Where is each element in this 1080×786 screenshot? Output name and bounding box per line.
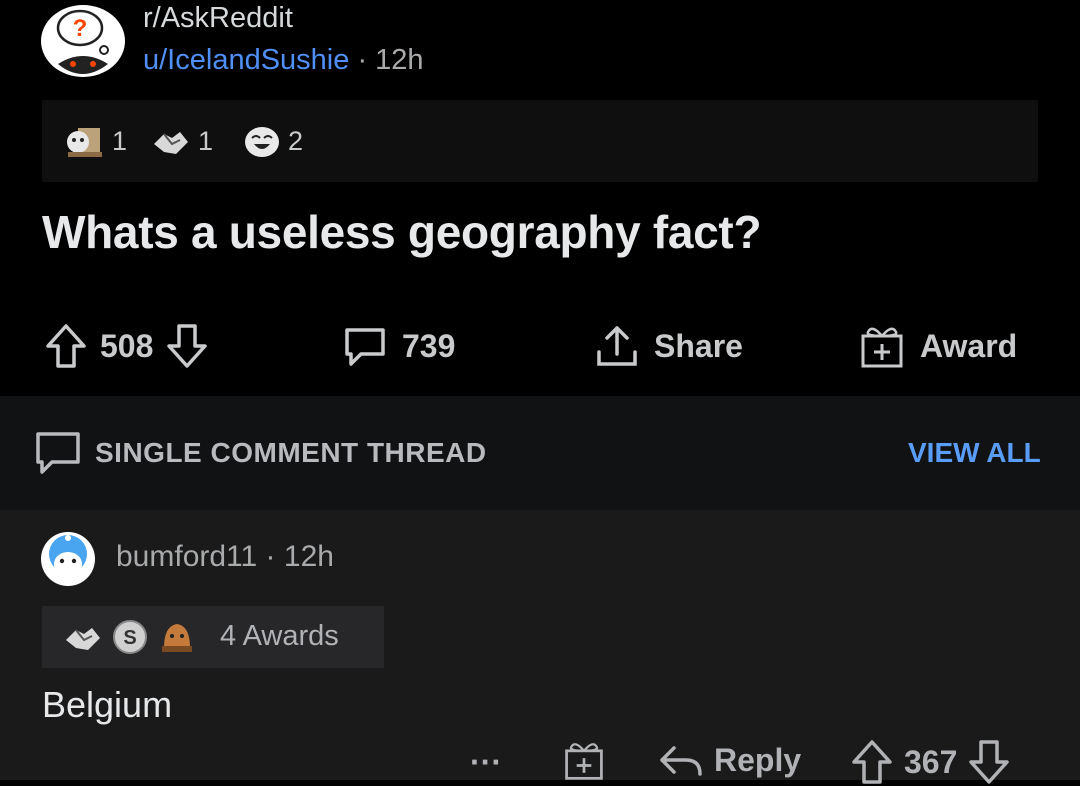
- award-label: Award: [920, 327, 1018, 364]
- comment-time: 12h: [283, 540, 334, 573]
- thread-label: SINGLE COMMENT THREAD: [95, 437, 487, 468]
- award-item[interactable]: 1: [150, 122, 213, 160]
- award-item[interactable]: 2: [240, 122, 303, 160]
- post-vote-group: 508: [44, 322, 209, 370]
- comment-author[interactable]: bumford11: [116, 540, 257, 573]
- post-meta: u/IcelandSushie · 12h: [143, 44, 424, 77]
- silver-award-icon: S: [113, 620, 147, 654]
- reply-arrow-icon: [660, 746, 702, 776]
- post-vote-count: 508: [100, 327, 154, 364]
- post-awards-strip[interactable]: 1 1 2: [42, 100, 1038, 182]
- post-author[interactable]: u/IcelandSushie: [143, 44, 349, 76]
- reply-label: Reply: [714, 741, 802, 778]
- meta-separator: ·: [265, 540, 276, 573]
- comment-body: Belgium: [42, 684, 173, 725]
- more-options-icon: ···: [470, 744, 502, 780]
- award-item[interactable]: 1: [64, 122, 127, 160]
- share-button[interactable]: Share: [592, 322, 743, 370]
- downvote-arrow-icon[interactable]: [967, 738, 1011, 786]
- wholesome-seal-award-icon: [67, 128, 102, 157]
- upvote-arrow-icon[interactable]: [44, 322, 88, 370]
- post-time: 12h: [375, 44, 424, 76]
- comment-award-button[interactable]: [562, 738, 606, 782]
- upvote-arrow-icon[interactable]: [850, 738, 894, 786]
- comment-vote-group: 367: [850, 738, 1011, 786]
- post-title[interactable]: Whats a useless geography fact?: [42, 205, 762, 259]
- subreddit-name[interactable]: r/AskReddit: [143, 2, 293, 35]
- laughing-award-icon: [245, 127, 279, 157]
- reply-button[interactable]: Reply: [656, 738, 801, 782]
- share-icon: [597, 326, 637, 366]
- comments-button[interactable]: 739: [340, 322, 455, 370]
- meta-separator: ·: [357, 44, 368, 76]
- user-avatar-icon[interactable]: [40, 530, 96, 588]
- gift-award-icon: [861, 327, 903, 368]
- award-count: 2: [288, 125, 304, 156]
- more-options-button[interactable]: ···: [470, 744, 502, 781]
- downvote-arrow-icon[interactable]: [165, 322, 209, 370]
- helpful-handshake-award-icon: [66, 628, 100, 650]
- gold-award-icon: [162, 624, 192, 652]
- award-button[interactable]: Award: [856, 322, 1017, 370]
- view-all-link[interactable]: VIEW ALL: [908, 437, 1041, 469]
- svg-text:S: S: [123, 627, 136, 649]
- award-count: 1: [198, 125, 214, 156]
- comment-bubble-icon: [345, 328, 385, 366]
- comment-bubble-icon: [36, 432, 80, 474]
- comment-vote-count: 367: [904, 743, 958, 780]
- comment-meta: bumford11 · 12h: [116, 540, 334, 574]
- award-count: 1: [112, 125, 128, 156]
- gift-award-icon: [565, 743, 603, 780]
- share-label: Share: [654, 327, 743, 364]
- comment-awards-count: 4 Awards: [220, 620, 339, 652]
- comment-count: 739: [402, 327, 456, 364]
- svg-text:?: ?: [73, 15, 88, 42]
- comment-awards-strip[interactable]: S 4 Awards: [42, 606, 384, 668]
- askreddit-avatar-icon[interactable]: ?: [40, 4, 126, 78]
- helpful-handshake-award-icon: [154, 132, 188, 154]
